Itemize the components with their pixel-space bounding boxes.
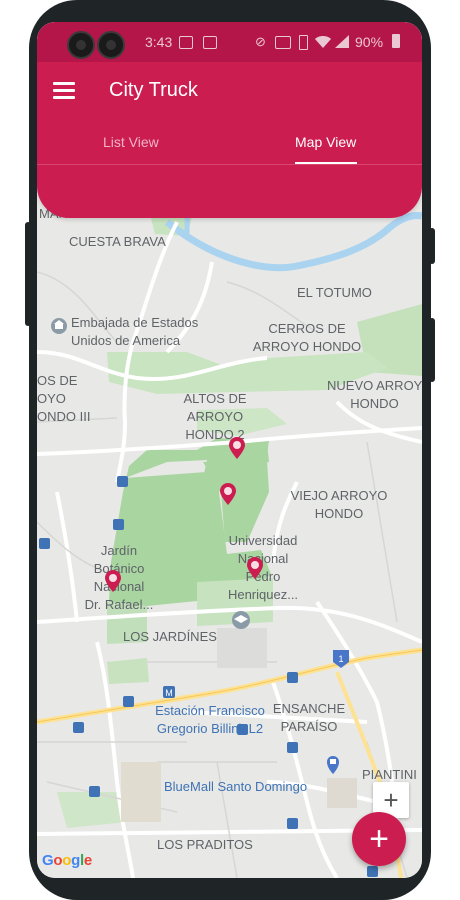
svg-text:M: M bbox=[165, 688, 173, 698]
signal-icon bbox=[335, 35, 349, 48]
map-label: HONDO bbox=[314, 506, 364, 521]
map-label: Henriquez... bbox=[227, 587, 299, 602]
map-label: ENSANCHE bbox=[272, 701, 346, 716]
battery-percent: 90% bbox=[355, 34, 384, 50]
map-label: Jardín bbox=[100, 543, 138, 558]
app-bar: City Truck List View Map View bbox=[37, 62, 422, 218]
status-time: 3:43 bbox=[145, 34, 173, 50]
map-label: ARROYO bbox=[186, 409, 244, 424]
front-camera-icon bbox=[67, 31, 95, 59]
map-label: Universidad bbox=[228, 533, 298, 548]
map-label: EL TOTUMO bbox=[297, 285, 372, 300]
truck-location-pin-icon[interactable] bbox=[105, 570, 121, 592]
map-label: PARAÍSO bbox=[280, 719, 338, 734]
map-label: BlueMall Santo Domingo bbox=[164, 779, 308, 794]
add-truck-fab-button[interactable]: + bbox=[352, 812, 406, 866]
wifi-icon bbox=[315, 36, 331, 48]
map-label: Nacional bbox=[237, 551, 289, 566]
map-label: Embajada de Estados bbox=[71, 315, 199, 330]
map-label: LOS PRADITOS bbox=[157, 837, 253, 852]
embassy-icon bbox=[51, 318, 67, 334]
map-label: ARROYO HONDO bbox=[252, 339, 362, 354]
truck-location-pin-icon[interactable] bbox=[229, 437, 245, 459]
app-icon bbox=[203, 36, 217, 49]
status-bar: 3:43 ⊘ 90% bbox=[37, 22, 422, 62]
battery-icon bbox=[392, 34, 400, 48]
tab-list-view[interactable]: List View bbox=[103, 134, 159, 150]
truck-location-pin-icon[interactable] bbox=[247, 557, 263, 579]
phone-side-button bbox=[429, 228, 435, 264]
map-label: CERROS DE bbox=[268, 321, 346, 336]
map-label: LOS JARDÍNES bbox=[123, 629, 217, 644]
mute-icon: ⊘ bbox=[255, 34, 266, 49]
metro-icon: M bbox=[163, 686, 175, 698]
phone-side-button bbox=[429, 318, 435, 382]
map-label: PIANTINI bbox=[362, 767, 417, 782]
tab-map-view[interactable]: Map View bbox=[295, 134, 356, 150]
map-label: ALTOS DE bbox=[183, 391, 247, 406]
nfc-icon bbox=[275, 36, 291, 49]
university-icon bbox=[232, 611, 250, 629]
tab-divider bbox=[37, 164, 422, 165]
google-logo: Google bbox=[42, 852, 92, 869]
map-label: Unidos de America bbox=[71, 333, 181, 348]
truck-location-pin-icon[interactable] bbox=[220, 483, 236, 505]
map-label: OS DE bbox=[37, 373, 78, 388]
hamburger-menu-icon[interactable] bbox=[53, 82, 75, 100]
phone-screen: 1 M CUESTA BRAVA EL TOTUMO Embajada de E… bbox=[37, 22, 422, 878]
svg-text:1: 1 bbox=[338, 654, 343, 664]
map-label: Dr. Rafael... bbox=[84, 597, 154, 612]
map-label: HONDO bbox=[350, 396, 399, 411]
map-label: Gregorio Billini, L2 bbox=[156, 721, 264, 736]
vibrate-icon bbox=[299, 35, 308, 50]
map-label: CUESTA BRAVA bbox=[69, 234, 166, 249]
front-camera-icon bbox=[97, 31, 125, 59]
phone-side-button bbox=[25, 222, 31, 326]
map-label: OYO bbox=[37, 391, 66, 406]
app-title: City Truck bbox=[109, 79, 198, 101]
map-label: ONDO III bbox=[37, 409, 91, 424]
image-icon bbox=[179, 36, 193, 49]
map-label: Pedro bbox=[245, 569, 281, 584]
map-label: Estación Francisco bbox=[155, 703, 265, 718]
map-label: NUEVO ARROYO bbox=[327, 378, 422, 393]
map-label: VIEJO ARROYO bbox=[290, 488, 388, 503]
